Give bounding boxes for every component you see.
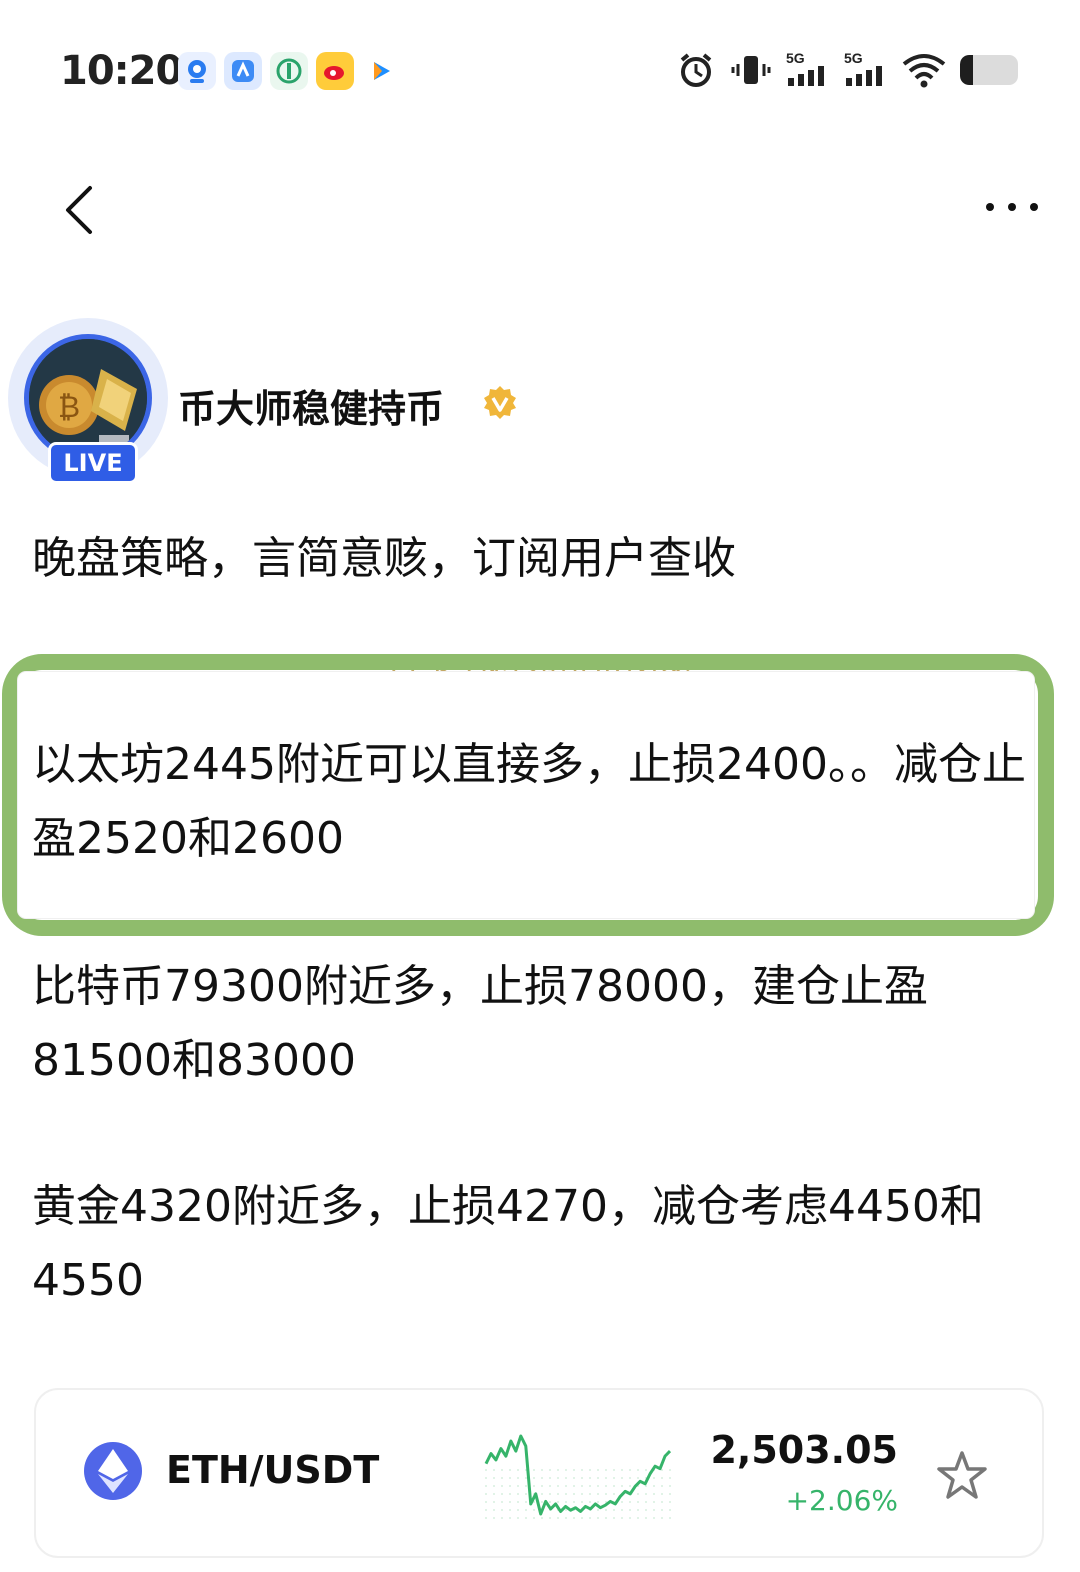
author-avatar-container[interactable]: ₿ LIVE [8,318,172,484]
more-dots-icon [986,203,1038,211]
status-indicators: 5G 5G [676,50,1018,90]
strategy-eth: 以太坊2445附近可以直接多，止损2400。。减仓止盈2520和2600 [32,739,1026,864]
cellular-signal-icon: 5G [786,50,830,90]
network-label: 5G [786,50,805,66]
favorite-button[interactable] [934,1448,990,1504]
wifi-icon [902,50,946,90]
notification-icons [178,52,400,90]
ticker-price: 2,503.05 [710,1428,898,1472]
status-bar: 10:20 5G 5G [0,0,1080,140]
author-name[interactable]: 币大师稳健持币 [178,378,444,433]
verified-badge-icon [482,384,518,424]
alarm-icon [676,50,716,90]
weibo-icon [316,52,354,90]
more-options-button[interactable] [982,192,1042,222]
app-notification-icon [270,52,308,90]
video-app-icon [362,52,400,90]
svg-text:₿: ₿ [58,390,80,425]
strategy-gold: 黄金4320附近多，止损4270，减仓考虑4450和4550 [32,1181,984,1306]
battery-level [960,55,973,85]
eth-coin-icon [84,1442,142,1500]
back-chevron-icon [66,186,92,234]
sparkline-path [484,1434,672,1516]
vibrate-icon [730,50,772,90]
price-sparkline [484,1434,672,1519]
ticker-card[interactable]: ETH/USDT 2,503.05 +2.06% [34,1388,1044,1558]
cellular-signal-icon: 5G [844,50,888,90]
live-badge: LIVE [48,442,138,484]
ticker-pair: ETH/USDT [166,1448,380,1492]
strategy-btc: 比特币79300附近多，止损78000，建仓止盈81500和83000 [32,961,928,1086]
app-notification-icon [178,52,216,90]
status-time: 10:20 [60,48,183,94]
battery-icon [960,55,1018,85]
avatar-image: ₿ [29,339,147,457]
post-intro: 晚盘策略，言简意赅，订阅用户查收 [32,533,736,584]
star-icon [937,1451,987,1499]
ticker-change: +2.06% [785,1484,898,1517]
app-notification-icon [224,52,262,90]
network-label: 5G [844,50,863,66]
back-button[interactable] [56,180,106,240]
